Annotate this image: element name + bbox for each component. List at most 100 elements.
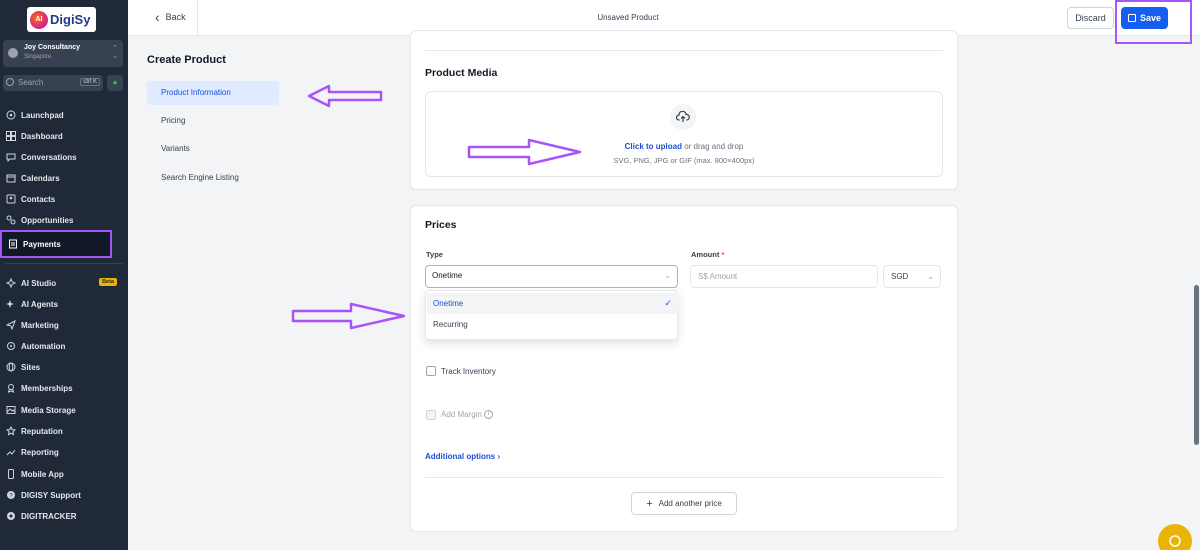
track-inventory-label: Track Inventory [441,367,496,376]
sidebar-item-marketing[interactable]: Marketing [5,317,123,333]
sidebar-item-sites[interactable]: Sites [5,359,123,375]
card-divider [425,50,943,51]
calendar-icon [5,173,16,184]
add-margin-text: Add Margin [441,410,482,419]
add-another-price-button[interactable]: + Add another price [631,492,737,515]
create-product-title: Create Product [147,54,226,66]
discard-button[interactable]: Discard [1067,7,1114,29]
sidebar-search[interactable]: Search ctrl K [3,75,103,91]
product-media-title: Product Media [425,67,498,79]
sidebar-item-label: AI Agents [21,299,59,309]
check-icon: ✓ [664,298,672,308]
chat-bubble-icon [1169,535,1181,547]
search-shortcut: ctrl K [80,78,100,86]
track-inventory-checkbox[interactable] [426,366,436,376]
sidebar-item-ai-studio[interactable]: AI Studio Beta [5,275,123,291]
sidebar-item-reputation[interactable]: Reputation [5,423,123,439]
sidebar-item-opportunities[interactable]: Opportunities [5,212,123,228]
annotation-arrow-right-icon [291,302,406,330]
back-button[interactable]: ‹ Back [155,9,186,25]
sidebar-item-mobile-app[interactable]: Mobile App [5,466,123,482]
logo-mark-icon: AI [30,10,48,29]
chevron-left-icon: ‹ [155,9,160,25]
sidebar-item-label: Sites [21,362,41,372]
subnav-search-engine-listing[interactable]: Search Engine Listing [147,166,279,190]
price-type-dropdown: Onetime ✓ Recurring [425,290,678,340]
globe-icon [5,362,16,373]
chat-icon [5,152,16,163]
search-placeholder: Search [18,78,44,87]
sidebar-item-automation[interactable]: Automation [5,338,123,354]
subnav-variants[interactable]: Variants [147,137,279,161]
sidebar-item-label: Marketing [21,320,59,330]
annotation-arrow-right-icon [467,138,582,166]
sidebar-item-launchpad[interactable]: Launchpad [5,107,123,123]
sidebar-item-label: Launchpad [21,110,64,120]
chevron-right-icon: › [497,452,501,461]
sidebar-item-label: Reputation [21,426,63,436]
trend-icon [5,447,16,458]
sidebar-item-contacts[interactable]: Contacts [5,191,123,207]
sidebar-item-payments[interactable]: Payments [0,230,112,258]
sidebar-item-label: Conversations [21,152,77,162]
sidebar-item-label: Mobile App [21,469,64,479]
rocket-icon [5,110,16,121]
sidebar-item-label: Contacts [21,194,56,204]
image-icon [5,405,16,416]
price-type-select[interactable]: Onetime ⌄ [425,265,678,288]
sidebar-item-dashboard[interactable]: Dashboard [5,128,123,144]
sidebar-item-label: Dashboard [21,131,63,141]
sidebar-item-label: AI Studio [21,278,57,288]
app-logo[interactable]: AI DigiSy [27,7,96,32]
annotation-arrow-left-icon [307,84,383,108]
upload-rest-text: or drag and drop [681,142,744,151]
star-icon [5,426,16,437]
page-title: Unsaved Product [597,13,659,22]
sidebar-item-digisy-support[interactable]: ? DIGISY Support [5,487,123,503]
chevron-down-icon: ⌄ [927,272,934,281]
amount-label: Amount * [691,250,724,259]
payments-icon [7,239,18,250]
option-onetime[interactable]: Onetime ✓ [427,293,678,314]
option-recurring[interactable]: Recurring [427,314,678,335]
sidebar-item-digitracker[interactable]: DIGITRACKER [5,508,123,524]
ai-studio-icon [5,278,16,289]
save-button[interactable]: Save [1121,7,1168,29]
subnav-product-information[interactable]: Product Information [147,81,279,105]
memberships-icon [5,383,16,394]
upload-cloud-icon [670,104,696,130]
subnav-pricing[interactable]: Pricing [147,109,279,133]
sidebar-item-label: DIGITRACKER [21,511,77,521]
quick-action-button[interactable]: ✦ [107,75,123,91]
add-price-label: Add another price [658,499,722,508]
option-label: Onetime [433,299,464,308]
help-chat-button[interactable] [1158,524,1192,550]
price-type-value: Onetime [432,271,463,280]
account-switcher[interactable]: Joy Consultancy Singapore ⌃ ⌄ [3,40,123,67]
sidebar-item-reporting[interactable]: Reporting [5,444,123,460]
info-icon[interactable]: i [483,410,493,420]
click-to-upload-link[interactable]: Click to upload [625,142,682,151]
amount-input[interactable]: S$ Amount [690,265,878,288]
upload-instructions: Click to upload or drag and drop [560,142,808,151]
currency-select[interactable]: SGD ⌄ [883,265,941,288]
sidebar: AI DigiSy Joy Consultancy Singapore ⌃ ⌄ S… [0,0,128,550]
sidebar-item-media-storage[interactable]: Media Storage [5,402,123,418]
sidebar-item-label: Reporting [21,447,59,457]
add-margin-label: Add Margin i [441,410,493,420]
sidebar-item-ai-agents[interactable]: AI Agents [5,296,123,312]
tracker-icon [5,511,16,522]
additional-options-link[interactable]: Additional options › [425,452,500,461]
send-icon [5,320,16,331]
beta-badge: Beta [99,278,117,286]
sidebar-item-memberships[interactable]: Memberships [5,380,123,396]
contacts-icon [5,194,16,205]
required-marker: * [721,250,725,259]
sidebar-item-conversations[interactable]: Conversations [5,149,123,165]
sidebar-item-label: Media Storage [21,405,76,415]
sidebar-item-calendars[interactable]: Calendars [5,170,123,186]
sidebar-item-label: Calendars [21,173,60,183]
account-avatar [8,48,18,58]
page-scrollbar[interactable] [1194,285,1199,445]
add-margin-checkbox[interactable] [426,410,436,420]
